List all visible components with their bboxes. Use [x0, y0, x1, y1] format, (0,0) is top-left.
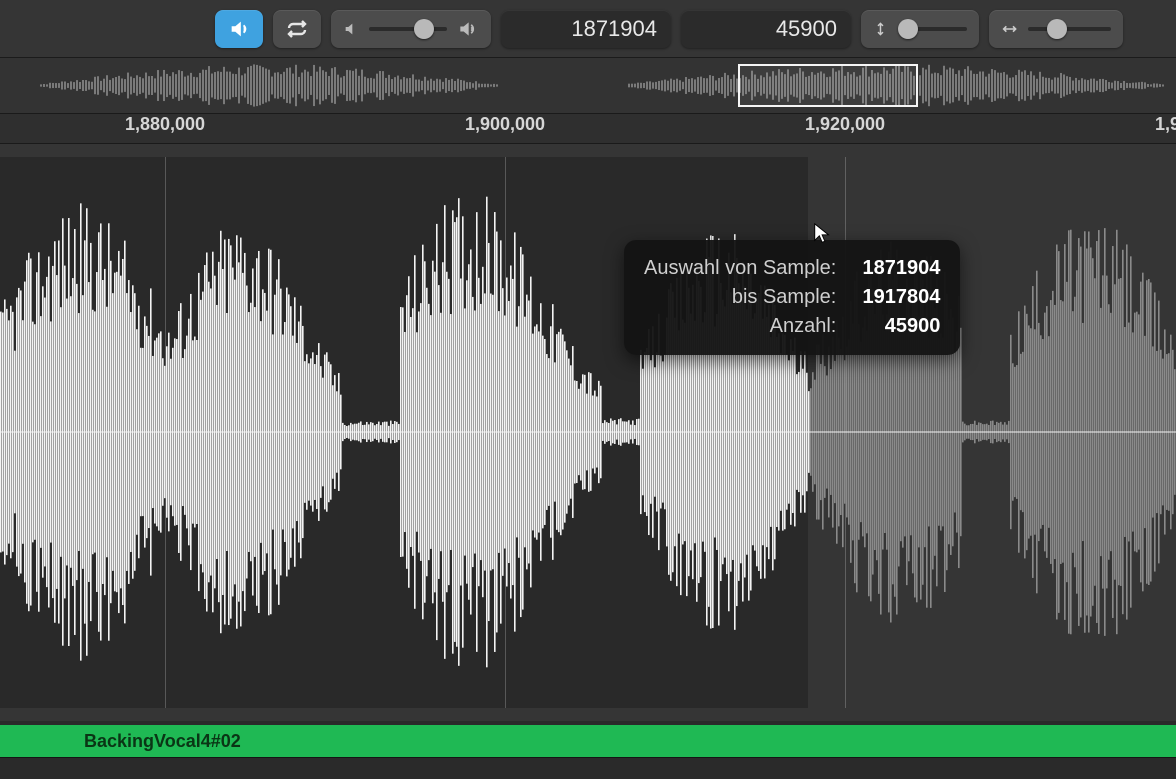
- volume-low-icon: [343, 21, 359, 37]
- tooltip-value: 1917804: [844, 283, 940, 312]
- vzoom-thumb[interactable]: [898, 19, 918, 39]
- ruler-tick: 1,900,000: [465, 114, 545, 135]
- vertical-zoom-slider[interactable]: [861, 10, 979, 48]
- toolbar: 1871904 45900: [0, 0, 1176, 58]
- volume-high-icon: [457, 19, 477, 39]
- overview-waveform: [0, 58, 1176, 113]
- ruler-tick: 1,940,000: [1155, 114, 1176, 135]
- tooltip-value: 1871904: [844, 254, 940, 283]
- cursor-pointer-icon: [812, 222, 834, 244]
- vertical-arrows-icon: [873, 21, 888, 37]
- tooltip-label: Anzahl:: [770, 312, 837, 341]
- tooltip-label: bis Sample:: [732, 283, 837, 312]
- sample-start-readout[interactable]: 1871904: [501, 10, 671, 48]
- tooltip-value: 45900: [844, 312, 940, 341]
- volume-slider[interactable]: [331, 10, 491, 48]
- hzoom-thumb[interactable]: [1047, 19, 1067, 39]
- mute-button[interactable]: [215, 10, 263, 48]
- speaker-icon: [228, 18, 250, 40]
- loop-icon: [285, 17, 309, 41]
- sample-count-readout[interactable]: 45900: [681, 10, 851, 48]
- overview-lane[interactable]: [0, 58, 1176, 114]
- tooltip-label: Auswahl von Sample:: [644, 254, 836, 283]
- horizontal-arrows-icon: [1001, 21, 1018, 37]
- main-waveform: [0, 144, 1176, 721]
- waveform-editor[interactable]: Auswahl von Sample: 1871904 bis Sample:19…: [0, 144, 1176, 721]
- ruler-tick: 1,880,000: [125, 114, 205, 135]
- horizontal-zoom-slider[interactable]: [989, 10, 1123, 48]
- volume-thumb[interactable]: [414, 19, 434, 39]
- loop-button[interactable]: [273, 10, 321, 48]
- ruler-tick: 1,920,000: [805, 114, 885, 135]
- overview-selection-box[interactable]: [738, 64, 918, 107]
- region-name: BackingVocal4#02: [84, 731, 241, 752]
- selection-tooltip: Auswahl von Sample: 1871904 bis Sample:19…: [624, 240, 960, 355]
- sample-ruler[interactable]: 1,880,000 1,900,000 1,920,000 1,940,000: [0, 114, 1176, 144]
- bottom-strip: [0, 757, 1176, 779]
- region-bar[interactable]: BackingVocal4#02: [0, 725, 1176, 757]
